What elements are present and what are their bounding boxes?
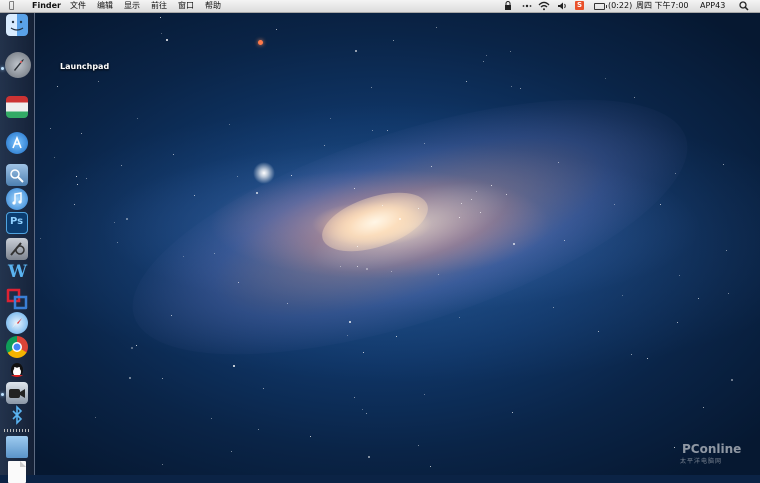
bright-star (253, 162, 275, 184)
star (381, 204, 383, 206)
applications-folder-icon[interactable] (6, 436, 28, 458)
time-machine-icon[interactable] (522, 2, 532, 10)
star (390, 271, 392, 273)
desktop-wallpaper (0, 12, 760, 475)
dock: Ps W (0, 12, 35, 483)
star (76, 183, 78, 185)
star (613, 203, 615, 205)
star (366, 267, 369, 270)
running-indicator (1, 67, 4, 70)
star (85, 177, 87, 179)
star (74, 203, 76, 205)
star (552, 306, 554, 308)
star (424, 393, 426, 395)
star (697, 297, 699, 299)
menu-edit[interactable]: 编辑 (97, 0, 113, 12)
volume-icon[interactable] (557, 2, 567, 10)
clock[interactable]: 周四 下午7:00 (636, 0, 689, 12)
menu-help[interactable]: 帮助 (205, 0, 221, 12)
menu-go[interactable]: 前往 (151, 0, 167, 12)
app-store-icon[interactable] (6, 132, 28, 154)
star (255, 191, 258, 194)
chrome-icon[interactable] (6, 336, 28, 358)
wifi-icon[interactable] (538, 1, 550, 11)
menu-bar:  Finder 文件 编辑 显示 前往 窗口 帮助 S (0:22) 周四 下… (0, 0, 760, 13)
word-label: W (8, 262, 28, 282)
watermark-tagline: 太平洋电脑网 (680, 458, 723, 465)
star (417, 445, 419, 447)
star (437, 274, 439, 276)
parallels-icon[interactable] (6, 288, 28, 310)
star (630, 354, 632, 356)
dock-separator (4, 429, 30, 432)
app-menu-finder[interactable]: Finder (32, 0, 61, 12)
star (423, 142, 425, 144)
photoshop-icon[interactable]: Ps (6, 212, 28, 234)
star (722, 163, 724, 165)
star (160, 33, 162, 35)
running-indicator (1, 393, 4, 396)
star (510, 50, 512, 52)
star (386, 130, 388, 132)
watermark-brand: PConline (682, 442, 742, 456)
star (675, 172, 677, 174)
star (395, 335, 397, 337)
star (633, 97, 635, 99)
red-star (258, 40, 263, 45)
star (40, 237, 42, 239)
spotlight-search-icon[interactable] (739, 1, 749, 11)
photo-booth-icon[interactable] (6, 96, 28, 118)
star (286, 302, 288, 304)
sogou-input-icon[interactable]: S (575, 1, 584, 10)
star (676, 321, 678, 323)
dock-tooltip-launchpad: Launchpad (60, 62, 110, 71)
menu-view[interactable]: 显示 (124, 0, 140, 12)
itunes-icon[interactable] (6, 188, 28, 210)
star (458, 216, 460, 218)
star (471, 198, 473, 200)
star (417, 207, 419, 209)
system-preferences-icon[interactable] (6, 238, 28, 260)
star (346, 334, 348, 336)
star (80, 132, 82, 134)
lock-icon[interactable] (504, 1, 512, 11)
star (563, 239, 565, 241)
bluetooth-icon[interactable] (6, 404, 28, 426)
menu-file[interactable]: 文件 (70, 0, 86, 12)
qq-icon[interactable] (6, 360, 28, 382)
star (367, 456, 370, 458)
user-name[interactable]: APP43 (700, 0, 725, 12)
star (310, 435, 312, 437)
star (53, 156, 55, 158)
star (356, 266, 358, 268)
word-icon[interactable]: W (6, 262, 28, 284)
star (161, 378, 163, 380)
star (193, 195, 195, 197)
photoshop-label: Ps (10, 216, 24, 227)
facetime-icon[interactable] (6, 382, 28, 404)
battery-time[interactable]: (0:22) (608, 0, 632, 12)
star (165, 38, 168, 41)
preview-icon[interactable] (6, 164, 28, 186)
star (116, 241, 118, 243)
documents-icon[interactable] (8, 461, 26, 483)
star (490, 184, 492, 186)
star (361, 409, 363, 411)
star (512, 411, 514, 413)
apple-menu-icon[interactable]:  (9, 0, 14, 12)
star (646, 357, 648, 359)
battery-icon[interactable] (594, 3, 607, 10)
launchpad-icon[interactable] (5, 52, 31, 78)
finder-icon[interactable] (6, 14, 28, 36)
star (228, 123, 230, 125)
menu-window[interactable]: 窗口 (178, 0, 194, 12)
safari-icon[interactable] (6, 312, 28, 334)
star (329, 117, 331, 119)
star (49, 127, 51, 129)
